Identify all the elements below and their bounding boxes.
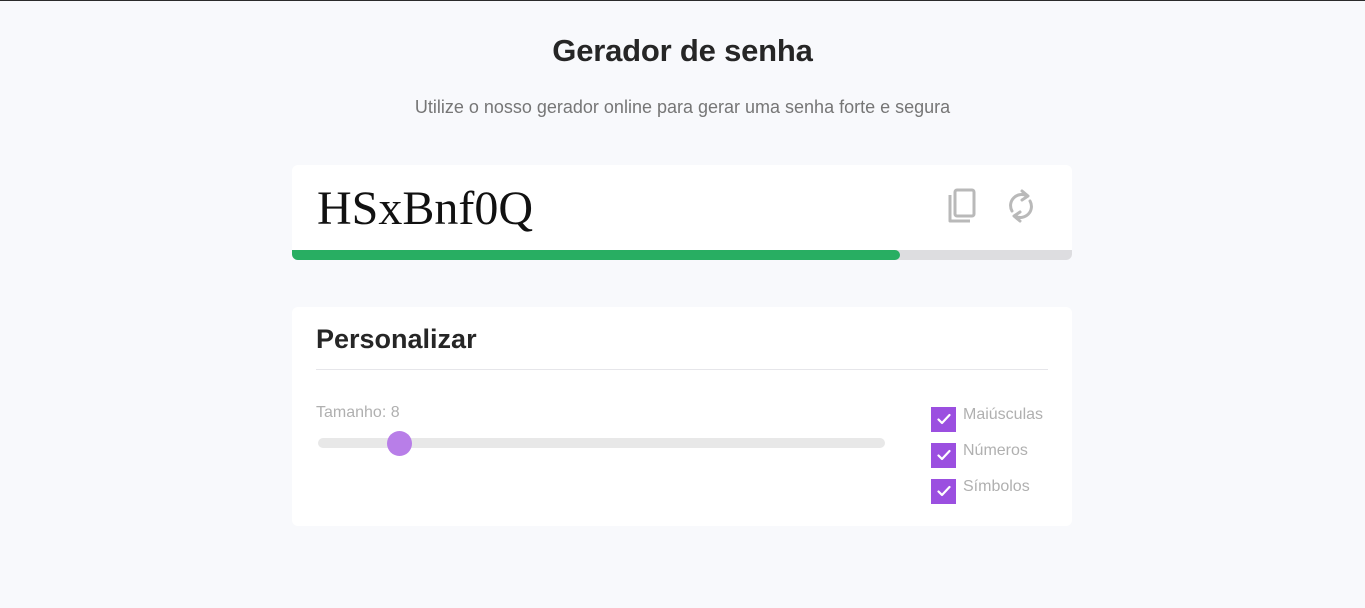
numbers-checkbox[interactable] — [931, 442, 956, 468]
copy-icon — [948, 188, 976, 223]
option-uppercase[interactable]: Maiúsculas — [931, 401, 1043, 437]
password-display: HSxBnf0Q — [317, 182, 534, 235]
option-numbers[interactable]: Números — [931, 437, 1043, 473]
refresh-button[interactable] — [1002, 187, 1040, 225]
check-icon — [936, 449, 951, 461]
uppercase-checkbox[interactable] — [931, 406, 956, 432]
divider — [316, 369, 1048, 370]
password-card: HSxBnf0Q — [292, 165, 1072, 260]
symbols-label: Símbolos — [963, 478, 1030, 495]
length-slider-thumb[interactable] — [387, 431, 412, 456]
uppercase-label: Maiúsculas — [963, 406, 1044, 423]
refresh-icon — [1009, 189, 1033, 223]
option-symbols[interactable]: Símbolos — [931, 473, 1043, 509]
page-subtitle: Utilize o nosso gerador online para gera… — [414, 97, 951, 117]
check-icon — [936, 485, 951, 497]
customize-card: Personalizar Tamanho: 8 Maiúsculas Númer… — [292, 307, 1072, 526]
options-list: Maiúsculas Números Símbolos — [931, 401, 1043, 509]
length-label: Tamanho: 8 — [316, 404, 400, 421]
check-icon — [936, 413, 951, 425]
length-slider[interactable] — [318, 431, 885, 456]
page-title: Gerador de senha — [552, 33, 813, 68]
strength-meter — [292, 250, 1072, 260]
symbols-checkbox[interactable] — [931, 478, 956, 504]
copy-button[interactable] — [943, 187, 981, 225]
strength-meter-fill — [292, 250, 901, 260]
customize-title: Personalizar — [316, 324, 477, 354]
numbers-label: Números — [963, 442, 1028, 459]
